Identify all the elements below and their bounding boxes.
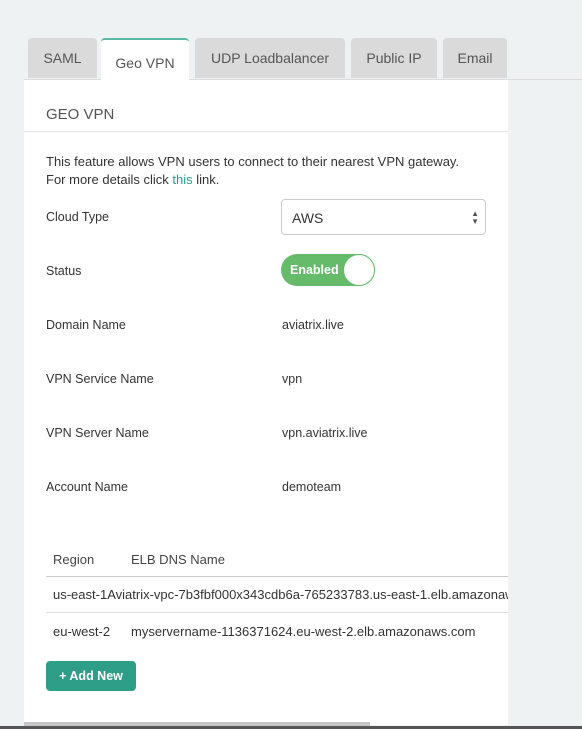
vpn-service-name-value: vpn xyxy=(282,372,303,386)
cloud-type-select[interactable]: AWS ▲ ▼ xyxy=(281,199,486,235)
table-row[interactable]: us-east-1 Aviatrix-vpc-7b3fbf000x343cdb6a… xyxy=(46,577,508,613)
tab-geo-vpn[interactable]: Geo VPN xyxy=(101,38,189,81)
vpn-service-name-label: VPN Service Name xyxy=(46,372,154,386)
cloud-type-value: AWS xyxy=(292,210,324,226)
description-suffix: link. xyxy=(192,172,220,187)
select-arrows-icon: ▲ ▼ xyxy=(471,209,479,226)
description: This feature allows VPN users to connect… xyxy=(46,153,476,189)
toggle-knob xyxy=(343,254,375,286)
status-label: Status xyxy=(46,264,82,278)
vpn-server-name-value: vpn.aviatrix.live xyxy=(282,426,368,440)
status-toggle[interactable]: Enabled xyxy=(281,254,375,286)
cell-elb-dns: myservername-1136371624.eu-west-2.elb.am… xyxy=(131,623,476,639)
account-name-value: demoteam xyxy=(282,480,342,494)
table-row[interactable]: eu-west-2 myservername-1136371624.eu-west… xyxy=(46,613,508,649)
details-link[interactable]: this xyxy=(172,172,192,187)
account-name-label: Account Name xyxy=(46,480,128,494)
geo-vpn-panel: GEO VPN This feature allows VPN users to… xyxy=(24,80,508,725)
cloud-type-label: Cloud Type xyxy=(46,210,110,224)
vpn-server-name-label: VPN Server Name xyxy=(46,426,149,440)
status-toggle-text: Enabled xyxy=(290,263,339,277)
tab-bar: SAML Geo VPN UDP Loadbalancer Public IP … xyxy=(24,38,582,81)
elb-table: Region ELB DNS Name us-east-1 Aviatrix-vpc… xyxy=(46,542,508,649)
header-elb-dns-name: ELB DNS Name xyxy=(131,551,225,567)
header-region: Region xyxy=(53,551,95,567)
cell-region: eu-west-2 xyxy=(53,623,111,639)
tab-saml[interactable]: SAML xyxy=(28,38,97,78)
add-new-button[interactable]: + Add New xyxy=(46,661,136,691)
description-text: This feature allows VPN users to connect… xyxy=(46,154,460,187)
tab-email[interactable]: Email xyxy=(443,38,507,78)
tab-udp-loadbalancer[interactable]: UDP Loadbalancer xyxy=(195,38,345,78)
panel-title: GEO VPN xyxy=(24,80,508,132)
table-header: Region ELB DNS Name xyxy=(46,542,508,577)
tab-public-ip[interactable]: Public IP xyxy=(351,38,437,78)
cell-region: us-east-1 xyxy=(53,587,108,602)
domain-name-label: Domain Name xyxy=(46,318,126,332)
cell-elb-dns: Aviatrix-vpc-7b3fbf000x343cdb6a-76523378… xyxy=(107,587,508,602)
domain-name-value: aviatrix.live xyxy=(282,318,344,332)
